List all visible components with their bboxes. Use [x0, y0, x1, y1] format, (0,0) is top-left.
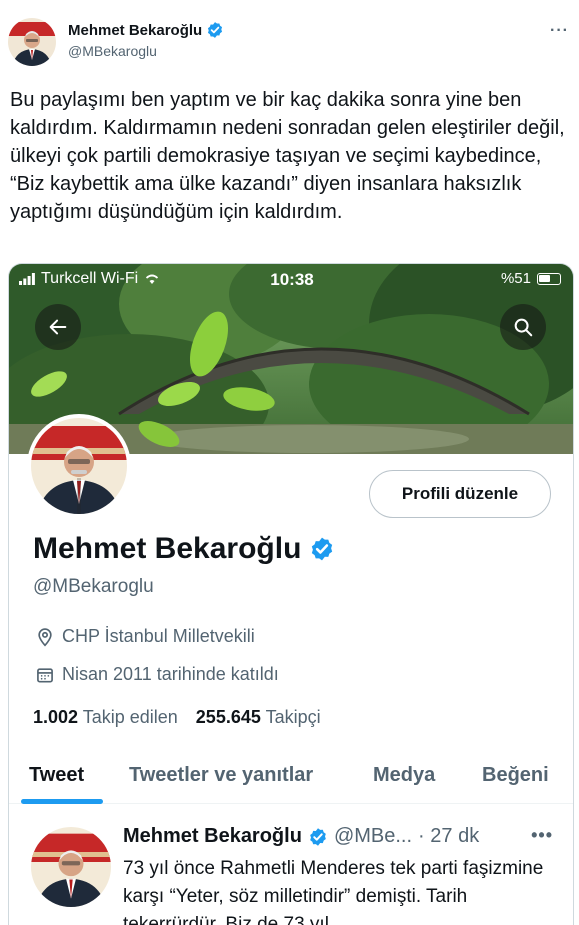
tweet-author-name[interactable]: Mehmet Bekaroğlu [123, 825, 302, 848]
tweet-body: 73 yıl önce Rahmetli Menderes tek parti … [123, 858, 544, 925]
profile-handle: @MBekaroglu [33, 576, 154, 597]
author-avatar[interactable] [8, 18, 56, 66]
battery-percent: %51 [500, 270, 531, 287]
attached-screenshot[interactable]: Turkcell Wi-Fi 10:38 %51 Profili düzenle… [8, 263, 574, 925]
tweet-author-handle[interactable]: @MBe... [334, 825, 412, 848]
tweet-header: Mehmet Bekaroğlu @MBe... · 27 dk [123, 825, 479, 848]
location-icon [38, 627, 52, 647]
following-link[interactable]: 1.002 Takip edilen [33, 707, 178, 728]
tweet-avatar[interactable] [31, 827, 111, 907]
active-tab-indicator [21, 799, 103, 804]
edit-profile-button[interactable]: Profili düzenle [369, 470, 551, 518]
profile-name: Mehmet Bekaroğlu [33, 532, 335, 566]
following-count: 1.002 [33, 707, 79, 727]
pinned-tweet[interactable]: Mehmet Bekaroğlu @MBe... · 27 dk ••• 73 … [9, 805, 573, 925]
location-text: CHP İstanbul Milletvekili [62, 626, 255, 646]
tweet-more-icon[interactable]: ••• [531, 825, 553, 846]
profile-location: CHP İstanbul Milletvekili [35, 626, 255, 647]
calendar-icon [37, 667, 53, 682]
profile-tabs: Tweet Tweetler ve yanıtlar Medya Beğeni [9, 746, 573, 804]
joined-text: Nisan 2011 tarihinde katıldı [62, 664, 279, 684]
followers-count: 255.645 [195, 707, 261, 727]
tweet-timestamp[interactable]: · 27 dk [418, 825, 479, 848]
battery-icon [537, 272, 561, 285]
author-name[interactable]: Mehmet Bekaroğlu [68, 21, 224, 39]
search-button[interactable] [500, 304, 546, 350]
tab-likes[interactable]: Beğeni [482, 764, 549, 787]
verified-badge-icon [312, 537, 333, 561]
back-button[interactable] [35, 304, 81, 350]
profile-joined: Nisan 2011 tarihinde katıldı [35, 664, 279, 685]
profile-avatar[interactable] [27, 414, 131, 518]
following-label: Takip edilen [82, 707, 178, 727]
tab-tweet[interactable]: Tweet [29, 764, 84, 787]
verified-badge-icon [310, 827, 326, 846]
author-name-text[interactable]: Mehmet Bekaroğlu [68, 22, 202, 39]
more-icon[interactable]: ··· [550, 22, 569, 40]
search-icon [514, 318, 533, 337]
verified-badge-icon [208, 22, 223, 38]
status-time: 10:38 [270, 270, 314, 289]
tweet-text: Bu paylaşımı ben yaptım ve bir kaç dakik… [10, 89, 565, 223]
follow-stats: 1.002 Takip edilen 255.645 Takipçi [33, 707, 321, 728]
phone-status-bar: Turkcell Wi-Fi 10:38 %51 [9, 268, 573, 292]
back-arrow-icon [49, 319, 67, 335]
tab-media[interactable]: Medya [373, 764, 435, 787]
tab-tweets-and-replies[interactable]: Tweetler ve yanıtlar [129, 764, 313, 787]
profile-name-text: Mehmet Bekaroğlu [33, 532, 302, 565]
followers-link[interactable]: 255.645 Takipçi [196, 707, 321, 728]
author-handle[interactable]: @MBekaroglu [68, 43, 157, 59]
followers-label: Takipçi [265, 707, 321, 727]
